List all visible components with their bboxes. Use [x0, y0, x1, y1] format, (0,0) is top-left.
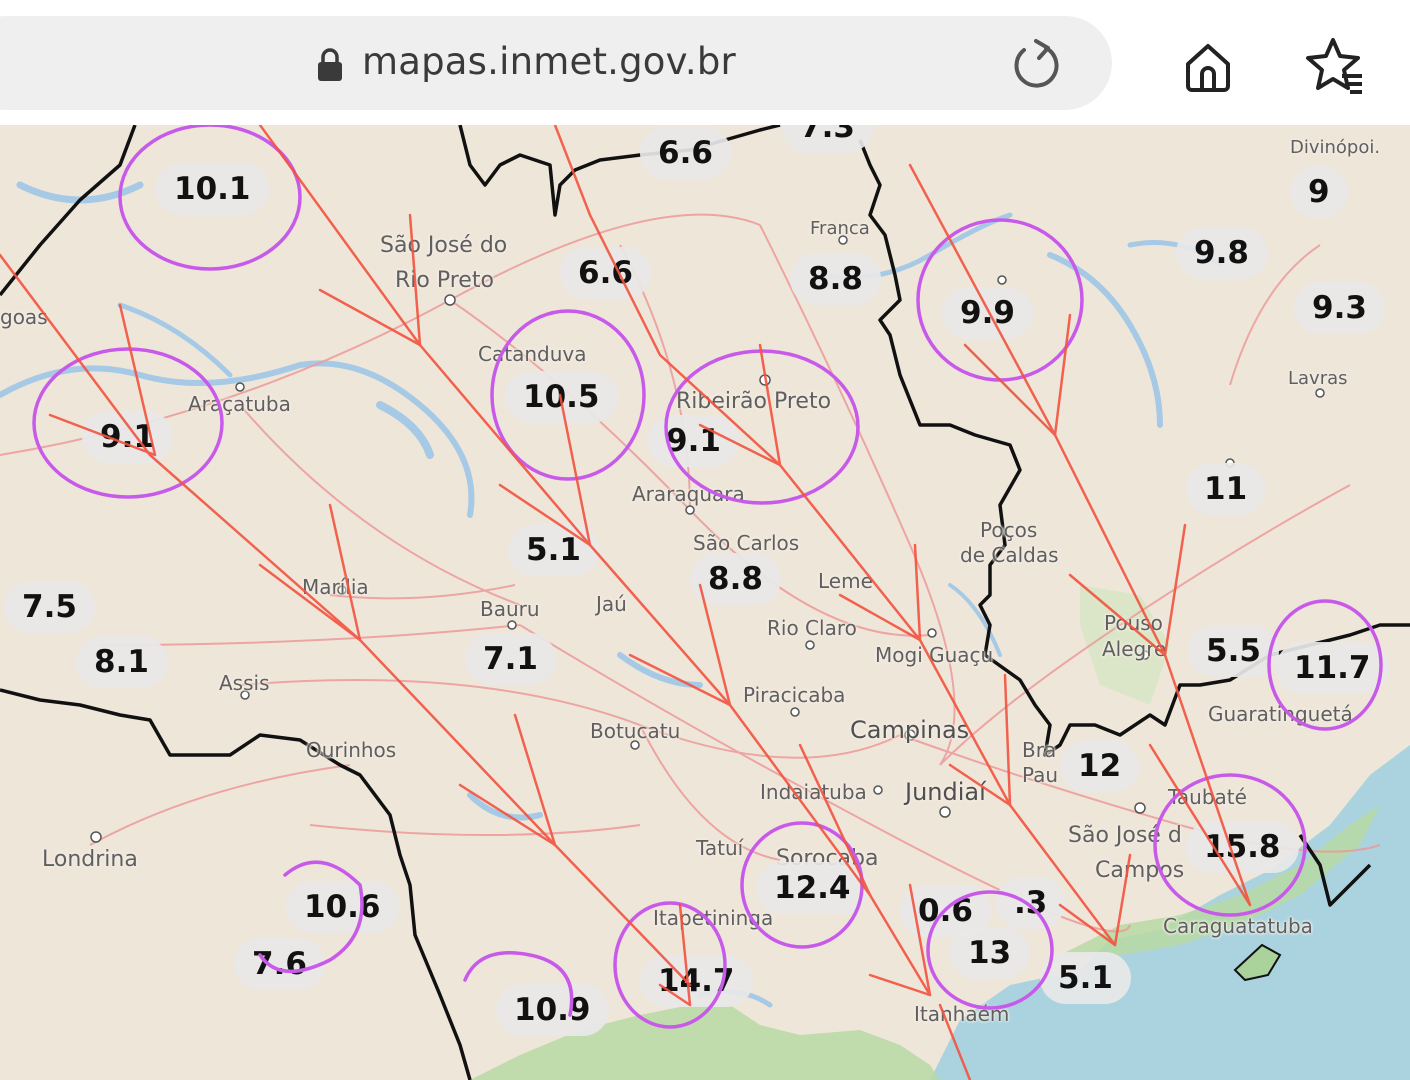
place-label: Pouso [1104, 611, 1163, 635]
value-pill[interactable]: 9 [1290, 166, 1348, 218]
city-dot [444, 294, 456, 306]
city-dot [805, 640, 815, 650]
value-pill[interactable]: 10.6 [286, 881, 399, 933]
value-pill[interactable]: 11 [1186, 463, 1266, 515]
value-pill[interactable]: 9.1 [648, 415, 739, 467]
browser-toolbar: mapas.inmet.gov.br [0, 0, 1410, 125]
place-label: Ourinhos [306, 738, 397, 762]
place-label: Jundiaí [905, 778, 986, 806]
lock-icon [318, 48, 342, 81]
value-pill[interactable]: 7.5 [4, 581, 95, 633]
place-label: de Caldas [960, 543, 1059, 567]
value-pill[interactable]: 10.5 [505, 371, 618, 423]
city-dot [235, 382, 245, 392]
reload-icon[interactable] [1006, 38, 1062, 94]
value-pill[interactable]: 6.6 [560, 247, 651, 299]
place-label: São Carlos [693, 531, 800, 555]
weather-map[interactable]: São José do Rio Preto Catanduva Araçatub… [0, 125, 1410, 1080]
place-label: Guaratinguetá [1208, 702, 1353, 726]
home-icon[interactable] [1180, 38, 1236, 94]
place-label: Botucatu [590, 719, 681, 743]
place-label: Jaú [596, 592, 627, 616]
place-label: Campinas [850, 716, 970, 744]
value-pill[interactable]: 14.7 [640, 955, 753, 1007]
city-dot [927, 628, 937, 638]
place-label: goas [0, 305, 48, 329]
value-pill[interactable]: 9.1 [82, 411, 173, 463]
city-dot [685, 505, 695, 515]
place-label: Leme [818, 569, 873, 593]
city-dot [507, 620, 517, 630]
value-pill[interactable]: 8.8 [690, 553, 781, 605]
city-dot [90, 831, 102, 843]
place-label: Caraguatatuba [1163, 914, 1313, 938]
city-dot [873, 785, 883, 795]
place-label: Rio Claro [767, 616, 857, 640]
place-label: Mogi Guaçu [875, 643, 994, 667]
url-text[interactable]: mapas.inmet.gov.br [362, 40, 736, 83]
value-pill[interactable]: 5.1 [508, 524, 599, 576]
value-pill[interactable]: 7.6 [234, 938, 325, 990]
place-label: Catanduva [478, 342, 587, 366]
place-label: Ribeirão Preto [676, 389, 832, 414]
place-label: Bra [1022, 738, 1057, 762]
place-label: Alegre [1102, 637, 1167, 661]
value-pill[interactable]: 6.6 [640, 127, 731, 179]
place-label: Itapetininga [653, 906, 774, 930]
place-label: Piracicaba [743, 683, 846, 707]
value-pill[interactable]: 9.9 [942, 287, 1033, 339]
value-pill[interactable]: 5.1 [1040, 952, 1131, 1004]
city-dot [790, 707, 800, 717]
place-label: Araraquara [632, 482, 745, 506]
value-pill[interactable]: 11.7 [1276, 642, 1389, 694]
value-pill[interactable]: 9.8 [1176, 227, 1267, 279]
place-label: Pau [1022, 763, 1059, 787]
place-label: Poços [980, 518, 1038, 542]
bookmark-star-icon[interactable] [1302, 36, 1364, 96]
place-label: Lavras [1288, 368, 1348, 389]
value-pill[interactable]: .3 [996, 877, 1066, 929]
value-pill[interactable]: 8.8 [790, 253, 881, 305]
place-label: Itanhaém [914, 1002, 1010, 1026]
place-label: Bauru [480, 597, 540, 621]
place-label: Franca [810, 218, 870, 239]
city-dot [997, 275, 1007, 285]
place-label: Araçatuba [188, 392, 291, 416]
place-label: São José d [1068, 823, 1182, 848]
city-dot [1315, 388, 1325, 398]
place-label: Londrina [42, 847, 138, 872]
value-pill[interactable]: 12 [1060, 740, 1140, 792]
city-dot [939, 806, 951, 818]
place-label: Taubaté [1168, 785, 1247, 809]
place-label: Tatuí [696, 836, 744, 860]
value-pill[interactable]: 15.8 [1186, 821, 1299, 873]
value-pill[interactable]: 5.5 [1188, 625, 1279, 677]
place-label: Campos [1095, 858, 1185, 883]
value-pill[interactable]: 10.1 [156, 163, 269, 215]
value-pill[interactable]: 8.1 [76, 636, 167, 688]
value-pill[interactable]: 13 [950, 927, 1030, 979]
place-label: Assis [219, 671, 270, 695]
place-label: Indaiatuba [760, 780, 867, 804]
value-pill[interactable]: 10.9 [496, 984, 609, 1036]
city-dot [1134, 802, 1146, 814]
value-pill[interactable]: 12.4 [756, 862, 869, 914]
city-dot [759, 374, 771, 386]
place-label: Marília [302, 575, 369, 599]
place-label: Divinópoi. [1290, 137, 1381, 158]
place-label: Rio Preto [395, 268, 494, 293]
value-pill[interactable]: 7.3 [782, 125, 873, 153]
value-pill[interactable]: 9.3 [1294, 282, 1385, 334]
value-pill[interactable]: 7.1 [465, 633, 556, 685]
place-label: São José do [380, 233, 508, 258]
